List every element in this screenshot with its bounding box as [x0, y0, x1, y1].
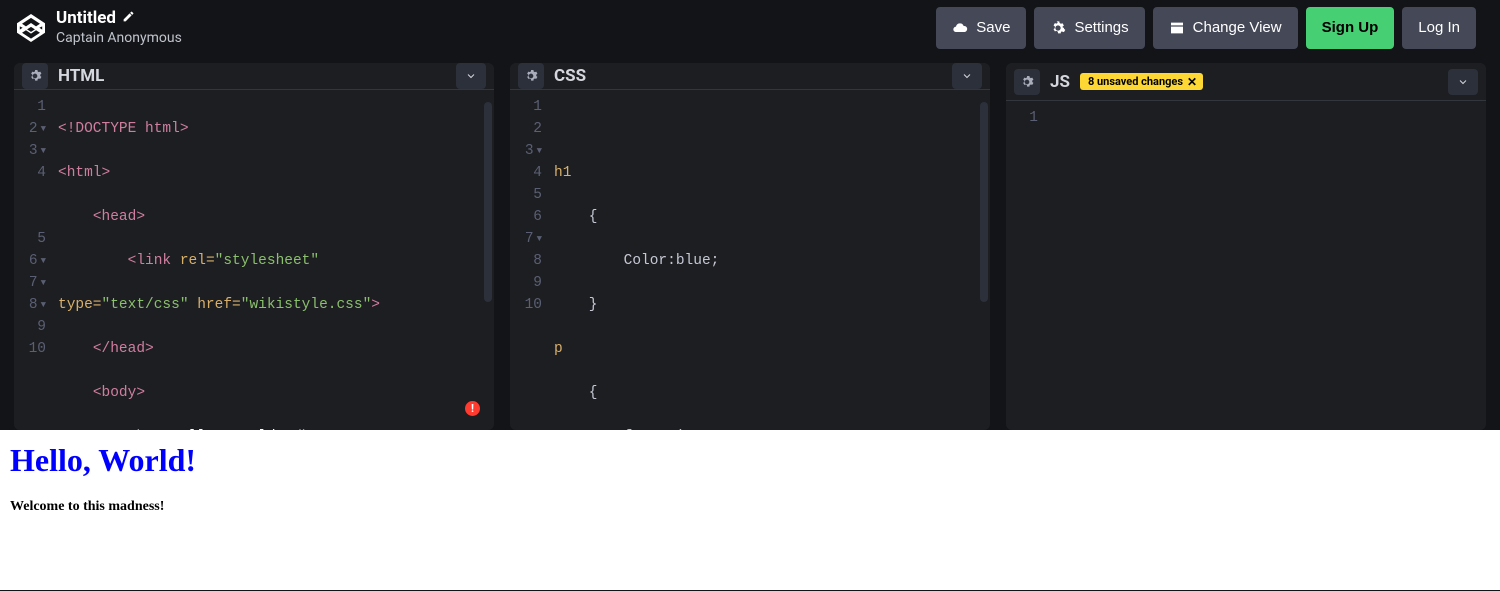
pen-title[interactable]: Untitled [56, 8, 116, 28]
change-view-button[interactable]: Change View [1153, 7, 1298, 49]
codepen-logo[interactable] [14, 11, 48, 45]
html-settings-icon[interactable] [22, 63, 48, 89]
html-panel-header: HTML [14, 63, 494, 90]
settings-label: Settings [1074, 19, 1128, 36]
html-scrollbar[interactable] [484, 102, 492, 302]
html-gutter: 1 2▼ 3▼ 4 5 6▼ 7▼ 8▼ 9 10 [14, 90, 54, 430]
top-buttons: Save Settings Change View Sign Up Log In [936, 7, 1476, 49]
unsaved-changes-badge[interactable]: 8 unsaved changes ✕ [1080, 73, 1203, 90]
close-icon[interactable]: ✕ [1187, 76, 1197, 88]
css-code-text[interactable]: h1 { Color:blue; } p { font-size:14px; f… [550, 90, 990, 430]
js-settings-icon[interactable] [1014, 69, 1040, 95]
cloud-icon [952, 20, 968, 36]
css-scrollbar[interactable] [980, 102, 988, 302]
html-code-text[interactable]: <!DOCTYPE html> <html> <head> <link rel=… [54, 90, 494, 430]
editors-row: HTML 1 2▼ 3▼ 4 5 6▼ 7▼ 8▼ 9 10 <!DOCTYPE… [0, 55, 1500, 430]
css-gutter: 1 2 3▼ 4 5 6 7▼ 8 9 10 [510, 90, 550, 430]
html-editor[interactable]: 1 2▼ 3▼ 4 5 6▼ 7▼ 8▼ 9 10 <!DOCTYPE html… [14, 90, 494, 430]
html-panel: HTML 1 2▼ 3▼ 4 5 6▼ 7▼ 8▼ 9 10 <!DOCTYPE… [14, 63, 494, 430]
js-editor[interactable]: 1 [1006, 101, 1486, 430]
preview-pane: Hello, World! Welcome to this madness! [0, 430, 1500, 590]
save-button[interactable]: Save [936, 7, 1026, 49]
title-area: Untitled Captain Anonymous [56, 8, 182, 46]
js-panel-header: JS 8 unsaved changes ✕ [1006, 63, 1486, 101]
preview-heading: Hello, World! [10, 442, 1490, 479]
js-code-text[interactable] [1046, 101, 1486, 430]
pen-author: Captain Anonymous [56, 30, 182, 47]
css-settings-icon[interactable] [518, 63, 544, 89]
js-panel-title: JS [1050, 72, 1070, 92]
gear-icon [1050, 20, 1066, 36]
log-in-button[interactable]: Log In [1402, 7, 1476, 49]
badge-text: 8 unsaved changes [1088, 75, 1183, 88]
log-in-label: Log In [1418, 19, 1460, 36]
css-panel: CSS 1 2 3▼ 4 5 6 7▼ 8 9 10 h1 { Color:bl… [510, 63, 990, 430]
html-panel-title: HTML [58, 66, 104, 86]
edit-title-icon[interactable] [122, 8, 135, 28]
sign-up-label: Sign Up [1322, 19, 1379, 36]
save-label: Save [976, 19, 1010, 36]
sign-up-button[interactable]: Sign Up [1306, 7, 1395, 49]
js-panel: JS 8 unsaved changes ✕ 1 [1006, 63, 1486, 430]
js-gutter: 1 [1006, 101, 1046, 430]
css-panel-header: CSS [510, 63, 990, 90]
css-panel-dropdown[interactable] [952, 63, 982, 89]
top-bar: Untitled Captain Anonymous Save Settings… [0, 0, 1500, 55]
preview-paragraph: Welcome to this madness! [10, 499, 1490, 515]
html-panel-dropdown[interactable] [456, 63, 486, 89]
css-editor[interactable]: 1 2 3▼ 4 5 6 7▼ 8 9 10 h1 { Color:blue; … [510, 90, 990, 430]
settings-button[interactable]: Settings [1034, 7, 1144, 49]
change-view-label: Change View [1193, 19, 1282, 36]
layout-icon [1169, 20, 1185, 36]
error-indicator-icon[interactable]: ! [465, 401, 480, 416]
js-panel-dropdown[interactable] [1448, 69, 1478, 95]
css-panel-title: CSS [554, 66, 586, 86]
